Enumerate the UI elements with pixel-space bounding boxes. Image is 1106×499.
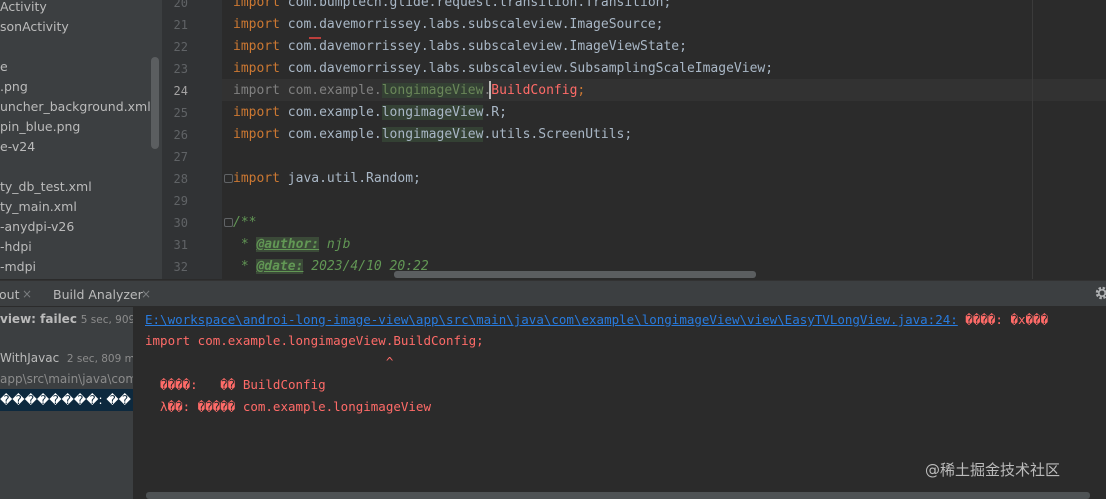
right-margin-guide xyxy=(1032,0,1033,279)
line-number: 25 xyxy=(173,106,188,120)
code-line-26: import com.example.longimageView.utils.S… xyxy=(233,127,633,142)
tree-item[interactable]: Activity xyxy=(0,0,47,17)
close-icon[interactable]: × xyxy=(22,281,32,308)
build-tree-row-selected[interactable]: ��������: �� xyxy=(0,389,131,411)
tree-item[interactable]: sonActivity xyxy=(0,17,69,37)
code-line-24: import com.example.longimageView.BuildCo… xyxy=(233,83,586,98)
code-line-31: * @author: njb xyxy=(233,237,351,252)
project-tree-panel: Activity sonActivity e .png uncher_backg… xyxy=(0,0,162,279)
console-line: import com.example.longimageView.BuildCo… xyxy=(145,333,484,348)
tree-item[interactable]: .png xyxy=(0,77,28,97)
fold-marker-icon[interactable] xyxy=(224,218,233,227)
project-tree-scrollbar[interactable] xyxy=(151,57,159,149)
build-tree-row[interactable]: app\src\main\java\com xyxy=(0,368,133,390)
tab-build-analyzer[interactable]: Build Analyzer xyxy=(53,281,143,308)
line-number-current: 24 xyxy=(173,84,188,98)
tool-window-tab-bar: out × Build Analyzer × xyxy=(0,280,1106,307)
line-number: 20 xyxy=(173,0,188,10)
line-number: 32 xyxy=(173,260,188,274)
line-number: 27 xyxy=(173,150,188,164)
build-tree-panel: view: failec 5 sec, 909 ms WithJavac 2 s… xyxy=(0,307,134,499)
watermark: @稀土掘金技术社区 xyxy=(925,461,1061,479)
tree-item[interactable]: e-v24 xyxy=(0,137,35,157)
console-line: ����: �� BuildConfig xyxy=(145,377,326,392)
line-number: 26 xyxy=(173,128,188,142)
text-caret xyxy=(489,81,491,99)
line-number: 30 xyxy=(173,216,188,230)
line-number: 31 xyxy=(173,238,188,252)
gear-icon[interactable] xyxy=(1093,284,1106,302)
line-number-gutter: 20 21 22 23 24 25 26 27 28 29 30 31 32 xyxy=(162,0,222,279)
close-icon[interactable]: × xyxy=(141,281,151,308)
build-tree-row[interactable]: view: failec 5 sec, 909 ms xyxy=(0,308,133,330)
error-file-link[interactable]: E:\workspace\androi-long-image-view\app\… xyxy=(145,312,958,327)
tree-item[interactable]: ty_db_test.xml xyxy=(0,177,92,197)
error-stripe-marker[interactable] xyxy=(309,37,321,39)
tree-item[interactable]: uncher_background.xml xyxy=(0,97,151,117)
line-number: 21 xyxy=(173,18,188,32)
editor-horizontal-scrollbar[interactable] xyxy=(394,271,756,278)
code-line-21: import com.davemorrissey.labs.subscalevi… xyxy=(233,17,664,32)
tree-item[interactable]: pin_blue.png xyxy=(0,117,80,137)
fold-marker-icon[interactable] xyxy=(224,174,233,183)
line-number: 29 xyxy=(173,194,188,208)
line-number: 23 xyxy=(173,62,188,76)
tree-item[interactable]: ty_main.xml xyxy=(0,197,77,217)
console-horizontal-scrollbar[interactable] xyxy=(146,492,1090,499)
tree-item[interactable]: -anydpi-v26 xyxy=(0,217,74,237)
code-line-20: import com.bumptech.glide.request.transi… xyxy=(233,0,672,10)
line-number: 28 xyxy=(173,172,188,186)
tree-item[interactable]: -hdpi xyxy=(0,237,32,257)
build-tree-row[interactable]: WithJavac 2 sec, 809 ms xyxy=(0,347,133,369)
tab-output[interactable]: out xyxy=(0,281,19,308)
tree-item[interactable]: e xyxy=(0,57,8,77)
console-error-line: E:\workspace\androi-long-image-view\app\… xyxy=(145,312,1049,327)
line-number: 22 xyxy=(173,40,188,54)
code-editor[interactable]: 20 21 22 23 24 25 26 27 28 29 30 31 32 i… xyxy=(162,0,1106,279)
code-line-25: import com.example.longimageView.R; xyxy=(233,105,507,120)
tree-item[interactable]: -mdpi xyxy=(0,257,36,277)
code-line-23: import com.davemorrissey.labs.subscalevi… xyxy=(233,61,774,76)
code-line-30: /** xyxy=(233,215,257,230)
console-line: λ��: ����� com.example.longimageView xyxy=(145,399,431,414)
code-line-22: import com.davemorrissey.labs.subscalevi… xyxy=(233,39,687,54)
console-line: ^ xyxy=(145,354,394,369)
code-line-28: import java.util.Random; xyxy=(233,171,421,186)
